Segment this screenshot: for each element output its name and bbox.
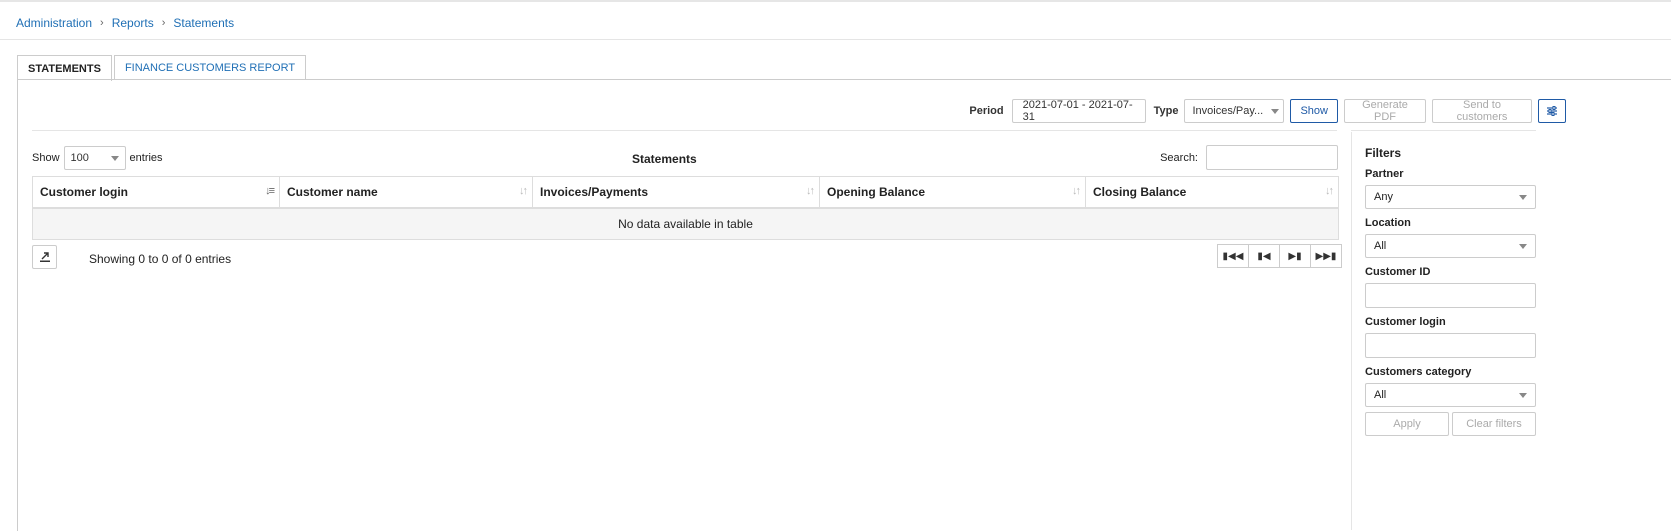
- filter-buttons: Apply Clear filters: [1365, 412, 1536, 436]
- header-divider: [0, 39, 1671, 40]
- location-select-value: All: [1374, 240, 1387, 252]
- customer-id-label: Customer ID: [1365, 266, 1431, 278]
- export-icon[interactable]: [32, 245, 57, 269]
- column-label: Invoices/Payments: [540, 185, 649, 199]
- column-closing-balance[interactable]: Closing Balance ↓↑: [1085, 176, 1339, 209]
- pagination: ▮◀◀ ▮◀ ▶▮ ▶▶▮: [1217, 244, 1342, 268]
- customer-login-label: Customer login: [1365, 316, 1446, 328]
- entries-label: entries: [129, 152, 163, 164]
- table-info: Showing 0 to 0 of 0 entries: [89, 252, 232, 266]
- filters-panel: Filters Partner Any Location All Custome…: [1365, 146, 1536, 436]
- last-page-icon[interactable]: ▶▶▮: [1310, 244, 1342, 268]
- location-select[interactable]: All: [1365, 234, 1536, 258]
- customers-category-label: Customers category: [1365, 366, 1472, 378]
- sort-asc-icon: ↓≡: [265, 185, 275, 197]
- statements-table: Customer login ↓≡ Customer name ↓↑ Invoi…: [32, 176, 1339, 240]
- type-select-value: Invoices/Pay...: [1192, 105, 1264, 117]
- entries-select[interactable]: 100: [63, 146, 126, 170]
- breadcrumb-reports[interactable]: Reports: [112, 16, 154, 30]
- period-label: Period: [969, 105, 1004, 117]
- chevron-down-icon: [1271, 108, 1280, 114]
- sort-icon: ↓↑: [806, 185, 815, 197]
- first-page-icon[interactable]: ▮◀◀: [1217, 244, 1249, 268]
- breadcrumb-administration[interactable]: Administration: [16, 16, 92, 30]
- toolbar-divider: [32, 130, 1337, 131]
- top-border: [0, 0, 1671, 2]
- type-select[interactable]: Invoices/Pay...: [1184, 99, 1285, 123]
- show-label: Show: [32, 152, 60, 164]
- search-row: Search:: [1160, 145, 1338, 170]
- clear-filters-button[interactable]: Clear filters: [1452, 412, 1536, 436]
- show-button[interactable]: Show: [1290, 99, 1338, 123]
- filters-title: Filters: [1365, 146, 1402, 160]
- table-title: Statements: [632, 152, 697, 166]
- previous-page-icon[interactable]: ▮◀: [1248, 244, 1280, 268]
- partner-select[interactable]: Any: [1365, 185, 1536, 209]
- chevron-down-icon: [1519, 194, 1527, 200]
- toolbar: Period 2021-07-01 - 2021-07-31 Type Invo…: [969, 99, 1566, 123]
- customers-category-select[interactable]: All: [1365, 383, 1536, 407]
- search-label: Search:: [1160, 151, 1198, 164]
- partner-label: Partner: [1365, 168, 1404, 180]
- chevron-right-icon: ›: [161, 17, 166, 29]
- location-label: Location: [1365, 217, 1411, 229]
- partner-select-value: Any: [1374, 191, 1393, 203]
- sort-icon: ↓↑: [1325, 185, 1334, 197]
- chevron-right-icon: ›: [100, 17, 104, 29]
- entries-select-value: 100: [70, 152, 89, 164]
- next-page-icon[interactable]: ▶▮: [1279, 244, 1311, 268]
- customer-id-input[interactable]: [1365, 283, 1536, 308]
- apply-button[interactable]: Apply: [1365, 412, 1449, 436]
- sort-icon: ↓↑: [1072, 185, 1081, 197]
- column-customer-login[interactable]: Customer login ↓≡: [32, 176, 280, 209]
- export-icon-graphic: [39, 252, 50, 262]
- column-label: Customer name: [287, 185, 378, 199]
- customer-login-input[interactable]: [1365, 333, 1536, 358]
- type-label: Type: [1153, 105, 1179, 117]
- column-opening-balance[interactable]: Opening Balance ↓↑: [819, 176, 1086, 209]
- tab-statements[interactable]: STATEMENTS: [17, 55, 112, 81]
- sliders-icon[interactable]: [1538, 99, 1566, 123]
- send-to-customers-button[interactable]: Send to customers: [1432, 99, 1532, 123]
- column-customer-name[interactable]: Customer name ↓↑: [279, 176, 533, 209]
- table-row: No data available in table: [32, 207, 1339, 240]
- breadcrumb-statements[interactable]: Statements: [173, 16, 234, 30]
- empty-table-message: No data available in table: [32, 207, 1339, 240]
- filters-divider: [1351, 132, 1352, 530]
- column-label: Closing Balance: [1093, 185, 1187, 199]
- column-label: Opening Balance: [827, 185, 926, 199]
- column-label: Customer login: [40, 185, 129, 199]
- toolbar-divider-right: [1351, 130, 1536, 131]
- column-invoices-payments[interactable]: Invoices/Payments ↓↑: [532, 176, 820, 209]
- chevron-down-icon: [110, 155, 119, 161]
- chevron-down-icon: [1519, 392, 1527, 398]
- search-input[interactable]: [1206, 145, 1338, 170]
- period-input[interactable]: 2021-07-01 - 2021-07-31: [1011, 99, 1146, 123]
- tab-finance-customers-report[interactable]: FINANCE CUSTOMERS REPORT: [113, 55, 307, 80]
- generate-pdf-button[interactable]: Generate PDF: [1344, 99, 1426, 123]
- breadcrumb: Administration › Reports › Statements: [16, 16, 234, 30]
- customers-category-select-value: All: [1374, 389, 1387, 401]
- entries-length: Show 100 entries: [32, 146, 163, 170]
- sort-icon: ↓↑: [519, 185, 528, 197]
- tab-bar: STATEMENTS FINANCE CUSTOMERS REPORT: [17, 55, 308, 81]
- chevron-down-icon: [1519, 243, 1527, 249]
- table-header-row: Customer login ↓≡ Customer name ↓↑ Invoi…: [32, 176, 1339, 209]
- sliders-icon-graphic: [1547, 106, 1557, 116]
